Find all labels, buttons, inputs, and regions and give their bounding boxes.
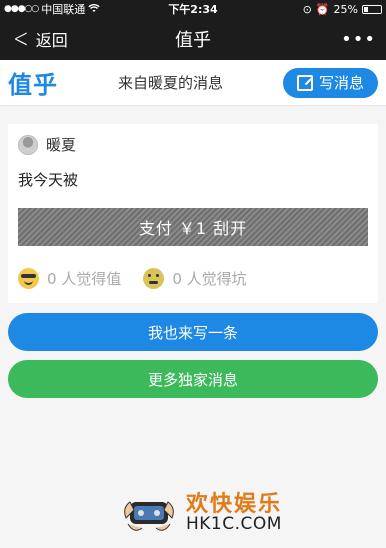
trap-reaction[interactable]: 0 人觉得坑 <box>143 268 247 289</box>
battery-icon <box>362 4 382 14</box>
sad-face-icon <box>143 268 165 289</box>
watermark: 欢快娱乐 HK1C.COM <box>120 488 282 538</box>
more-messages-button[interactable]: 更多独家消息 <box>8 360 378 398</box>
more-icon[interactable]: ••• <box>341 29 386 50</box>
author-name[interactable]: 暖夏 <box>46 134 76 155</box>
worth-reaction[interactable]: 0 人觉得值 <box>18 268 121 289</box>
trap-count: 0 人觉得坑 <box>172 270 247 288</box>
avatar[interactable] <box>18 134 38 155</box>
nav-bar: < 返回 值乎 ••• <box>0 18 386 60</box>
watermark-cn: 欢快娱乐 <box>186 491 283 517</box>
rotation-lock-icon: ⊙ <box>302 2 312 16</box>
alarm-icon: ⏰ <box>315 2 330 16</box>
back-label: 返回 <box>35 31 68 50</box>
message-source: 来自暖夏的消息 <box>117 74 223 92</box>
author-row: 暖夏 <box>18 134 368 155</box>
watermark-text: 欢快娱乐 HK1C.COM <box>186 491 283 534</box>
write-message-button[interactable]: 写消息 <box>282 67 378 98</box>
watermark-en: HK1C.COM <box>186 513 282 534</box>
carrier-label: 中国联通 <box>41 3 86 16</box>
chevron-left-icon: < <box>13 24 29 54</box>
reactions: 0 人觉得值 0 人觉得坑 <box>18 268 368 295</box>
sub-header: 值乎 来自暖夏的消息 写消息 <box>0 60 386 106</box>
status-left: ●●●○○ 中国联通 <box>4 1 100 17</box>
message-card: 暖夏 我今天被 支付 ￥1 刮开 0 人觉得值 0 人觉得坑 <box>8 124 378 303</box>
status-right: ⊙ ⏰ 25% <box>303 3 382 16</box>
back-button[interactable]: < 返回 <box>0 26 68 52</box>
app-logo: 值乎 <box>8 71 58 99</box>
battery-percent: 25% <box>333 2 358 16</box>
signal-icon: ●●●○○ <box>4 4 39 14</box>
worth-count: 0 人觉得值 <box>47 270 122 288</box>
cool-face-icon <box>18 268 39 289</box>
status-bar: ●●●○○ 中国联通 下午2:34 ⊙ ⏰ 25% <box>0 0 386 18</box>
write-message-label: 写消息 <box>318 74 364 92</box>
message-content: 我今天被 <box>18 171 79 189</box>
pay-scratch-button[interactable]: 支付 ￥1 刮开 <box>18 208 368 246</box>
gamepad-hands-icon <box>120 488 178 538</box>
write-one-button[interactable]: 我也来写一条 <box>8 313 378 351</box>
edit-icon <box>296 74 313 91</box>
battery-fill <box>364 6 368 12</box>
wifi-icon <box>88 3 100 16</box>
